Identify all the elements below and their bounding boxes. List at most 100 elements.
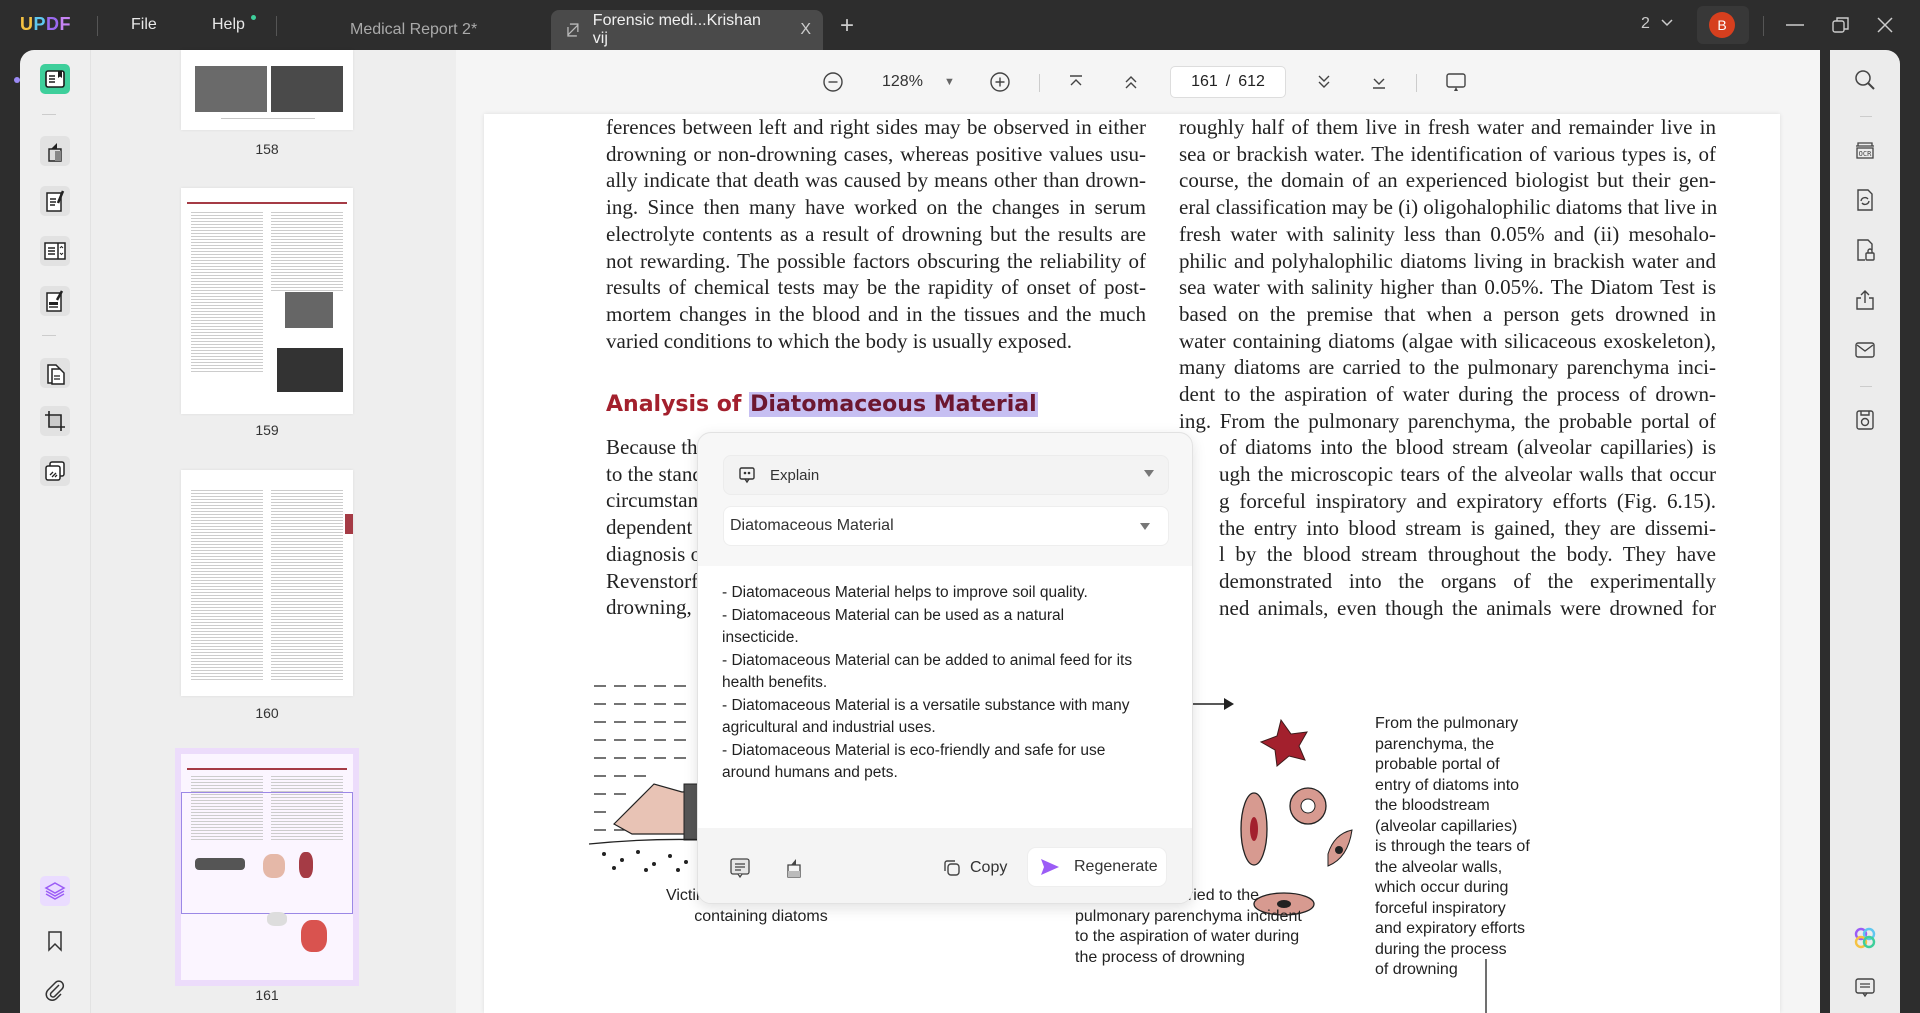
- organize-pages-button[interactable]: [40, 236, 70, 266]
- text-line: eral classification may be (i) oligohalo…: [1179, 195, 1718, 220]
- thumbnail-text: [271, 212, 343, 292]
- close-window-icon[interactable]: [1872, 12, 1898, 38]
- selected-text-highlight[interactable]: Diatomaceous Material: [749, 392, 1038, 417]
- save-icon[interactable]: [1853, 408, 1877, 432]
- logo-letter: D: [46, 14, 60, 34]
- page-tools-icon: [47, 364, 65, 385]
- caption-line: the bloodstream: [1375, 797, 1490, 814]
- reader-mode-button[interactable]: [40, 64, 70, 94]
- text-line: the entry into blood stream is gained, t…: [1219, 515, 1716, 540]
- restore-icon[interactable]: [1828, 12, 1854, 38]
- protect-icon[interactable]: [1853, 238, 1877, 262]
- text-line: results of chemical tests may be the rap…: [606, 275, 1146, 300]
- regenerate-button[interactable]: Regenerate: [1027, 847, 1167, 887]
- menu-file[interactable]: File: [131, 16, 157, 34]
- account-button[interactable]: B: [1697, 6, 1749, 44]
- menu-help[interactable]: Help: [212, 16, 245, 34]
- minimize-icon[interactable]: [1782, 12, 1808, 38]
- text-line: ferences between left and right sides ma…: [606, 115, 1146, 139]
- zoom-dropdown-icon[interactable]: ▼: [944, 76, 955, 88]
- divider: [97, 16, 98, 36]
- form-icon: [46, 290, 64, 312]
- text-line: water containing diatoms (algae with sil…: [1179, 328, 1716, 353]
- logo-letter: U: [20, 14, 34, 34]
- divider: [1860, 116, 1872, 117]
- comment-tool-button[interactable]: [40, 136, 70, 166]
- text-line: sea water with salinity higher than 0.05…: [1179, 275, 1716, 300]
- tab-medical-report[interactable]: Medical Report 2*: [330, 10, 550, 50]
- total-pages: 612: [1238, 73, 1265, 90]
- zoom-in-icon[interactable]: [988, 70, 1012, 94]
- organize-icon: [44, 242, 66, 260]
- text-line: ugh the microscopic tears of the alveola…: [1219, 462, 1716, 487]
- highlighter-icon[interactable]: [782, 856, 806, 880]
- next-page-icon[interactable]: [1312, 70, 1336, 94]
- edit-off-icon: [567, 23, 579, 37]
- page-tools-button[interactable]: [40, 358, 70, 388]
- copy-button[interactable]: Copy: [942, 854, 1007, 882]
- page-number-input[interactable]: 161 / 612: [1170, 66, 1286, 98]
- thumbnail-page-160[interactable]: [181, 470, 353, 696]
- thumbnail-figure: [263, 854, 285, 878]
- right-rail: [1900, 50, 1920, 1013]
- first-page-icon[interactable]: [1064, 70, 1088, 94]
- tab-forensic-medicine[interactable]: Forensic medi...Krishan vij X: [551, 10, 823, 50]
- chevron-down-icon: [1661, 19, 1673, 27]
- svg-text:OCR: OCR: [1859, 150, 1872, 158]
- thumbnail-page-161[interactable]: [175, 748, 359, 986]
- viewport-indicator[interactable]: [181, 792, 353, 914]
- thumbnail-text: [271, 490, 343, 680]
- thumbnail-page-number: 160: [255, 705, 279, 721]
- window-count-dropdown[interactable]: 2: [1641, 15, 1674, 33]
- thumbnail-page-158[interactable]: [181, 50, 353, 130]
- thumbnail-header-line: [187, 768, 347, 770]
- ai-assistant-icon[interactable]: [1853, 926, 1877, 950]
- combine-icon: [45, 461, 65, 481]
- thumbnail-image: [277, 348, 343, 392]
- text-column-left: ferences between left and right sides ma…: [606, 114, 1146, 354]
- text-line: electrolyte contents as a result of drow…: [606, 221, 1146, 246]
- caption-line: of drowning: [1375, 961, 1458, 978]
- close-tab-icon[interactable]: X: [800, 21, 811, 39]
- section-heading: Analysis of Diatomaceous Material: [606, 392, 1038, 417]
- comment-icon[interactable]: [1853, 976, 1877, 1000]
- add-comment-icon[interactable]: [728, 856, 752, 880]
- text-line: ally indicate that death was caused by m…: [606, 168, 1146, 193]
- thumbnail-caption-line: [221, 118, 315, 119]
- email-icon[interactable]: [1853, 338, 1877, 362]
- zoom-level[interactable]: 128%: [882, 73, 923, 91]
- dropdown-caret-icon: [1140, 523, 1150, 530]
- layers-button[interactable]: [40, 876, 70, 906]
- attachment-button[interactable]: [40, 976, 70, 1006]
- text-line: sea or brackish water. The identificatio…: [1179, 141, 1716, 166]
- ocr-icon[interactable]: OCR: [1853, 138, 1877, 162]
- edit-pdf-button[interactable]: [40, 186, 70, 216]
- zoom-out-icon[interactable]: [821, 70, 845, 94]
- caption-line: containing diatoms: [694, 907, 828, 925]
- text-line: g forceful inspiratory and expiratory ef…: [1219, 488, 1716, 513]
- thumbnail-image: [285, 292, 333, 328]
- batch-tools-button[interactable]: [40, 456, 70, 486]
- bookmark-button[interactable]: [40, 926, 70, 956]
- caption-line: is through the tears of: [1375, 838, 1530, 855]
- crop-pages-button[interactable]: [40, 406, 70, 436]
- ai-mode-select[interactable]: Explain: [723, 455, 1169, 495]
- explain-icon: [739, 467, 755, 484]
- form-tool-button[interactable]: [40, 286, 70, 316]
- last-page-icon[interactable]: [1367, 70, 1391, 94]
- share-icon[interactable]: [1853, 288, 1877, 312]
- presentation-icon[interactable]: [1444, 70, 1468, 94]
- search-icon[interactable]: [1853, 68, 1877, 92]
- caption-line: to the aspiration of water during: [1075, 928, 1300, 945]
- text-line: ing. From the pulmonary parenchyma, the …: [1179, 408, 1716, 433]
- thumbnail-image: [195, 66, 267, 112]
- divider: [1763, 16, 1764, 36]
- logo-letter: P: [33, 14, 47, 34]
- caption-line: and expiratory efforts: [1375, 920, 1526, 937]
- convert-icon[interactable]: [1853, 188, 1877, 212]
- previous-page-icon[interactable]: [1119, 70, 1143, 94]
- ai-term-select[interactable]: Diatomaceous Material: [723, 506, 1169, 546]
- caption-line: the process of drowning: [1075, 948, 1245, 966]
- thumbnail-page-159[interactable]: [181, 188, 353, 414]
- new-tab-button[interactable]: +: [840, 12, 854, 40]
